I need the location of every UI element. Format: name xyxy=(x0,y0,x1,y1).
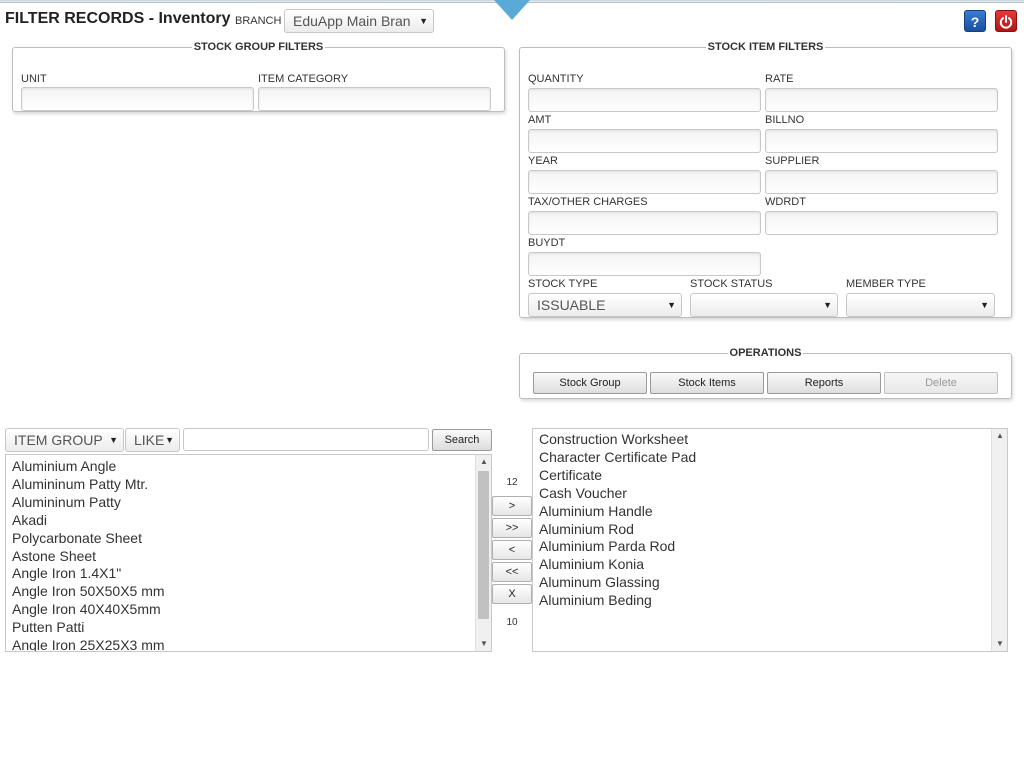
tax-input[interactable] xyxy=(528,211,761,235)
menu-toggle-notch[interactable] xyxy=(494,0,530,20)
list-item[interactable]: Aluminium Konia xyxy=(533,556,1007,574)
stock-group-filters-panel: STOCK GROUP FILTERS UNIT ITEM CATEGORY xyxy=(12,41,505,112)
list-item[interactable]: Astone Sheet xyxy=(6,548,491,566)
year-label: YEAR xyxy=(528,155,558,167)
quantity-label: QUANTITY xyxy=(528,73,584,85)
operations-panel: OPERATIONS Stock Group Stock Items Repor… xyxy=(519,347,1012,399)
wdrdt-input[interactable] xyxy=(765,211,998,235)
scroll-down-icon[interactable]: ▼ xyxy=(992,637,1007,651)
selected-items: Construction Worksheet Character Certific… xyxy=(533,431,1007,610)
help-icon: ? xyxy=(970,14,980,30)
list-item[interactable]: Angle Iron 1.4X1" xyxy=(6,565,491,583)
selected-items-list[interactable]: Construction Worksheet Character Certific… xyxy=(532,428,1008,652)
stock-group-button[interactable]: Stock Group xyxy=(533,372,647,394)
stock-type-value: ISSUABLE xyxy=(537,297,606,313)
chevron-down-icon: ▼ xyxy=(165,435,174,445)
list-item[interactable]: Aluminium Angle xyxy=(6,458,491,476)
available-items: Aluminium Angle Alumininum Patty Mtr. Alum… xyxy=(6,458,491,651)
stock-status-label: STOCK STATUS xyxy=(690,278,773,290)
available-items-list[interactable]: Aluminium Angle Alumininum Patty Mtr. Alum… xyxy=(5,454,492,652)
list-item[interactable]: Alumininum Patty Mtr. xyxy=(6,476,491,494)
item-category-label: ITEM CATEGORY xyxy=(258,73,349,85)
buydt-label: BUYDT xyxy=(528,237,566,249)
search-operator-select[interactable]: LIKE ▼ xyxy=(125,428,180,452)
stock-item-filters-legend: STOCK ITEM FILTERS xyxy=(707,41,824,53)
available-items-scrollbar[interactable]: ▲ ▼ xyxy=(475,455,491,651)
move-all-left-button[interactable]: << xyxy=(492,562,532,582)
list-item[interactable]: Cash Voucher xyxy=(533,485,1007,503)
supplier-input[interactable] xyxy=(765,170,998,194)
stock-item-filters-panel: STOCK ITEM FILTERS QUANTITY RATE AMT BIL… xyxy=(519,41,1012,318)
amt-label: AMT xyxy=(528,114,552,126)
selected-items-scrollbar[interactable]: ▲ ▼ xyxy=(991,429,1007,651)
logout-button[interactable] xyxy=(995,10,1017,32)
supplier-label: SUPPLIER xyxy=(765,155,820,167)
chevron-down-icon: ▼ xyxy=(980,300,989,310)
page-title: FILTER RECORDS - Inventory xyxy=(5,10,231,27)
billno-label: BILLNO xyxy=(765,114,805,126)
search-button[interactable]: Search xyxy=(432,429,492,451)
list-item[interactable]: Akadi xyxy=(6,512,491,530)
tax-label: TAX/OTHER CHARGES xyxy=(528,196,648,208)
list-item[interactable]: Aluminum Glassing xyxy=(533,574,1007,592)
stock-status-select[interactable]: ▼ xyxy=(690,293,838,317)
unit-input[interactable] xyxy=(21,87,254,111)
available-count: 12 xyxy=(506,477,518,488)
operations-legend: OPERATIONS xyxy=(729,347,802,359)
amt-input[interactable] xyxy=(528,129,761,153)
chevron-down-icon: ▼ xyxy=(419,16,428,26)
rate-label: RATE xyxy=(765,73,794,85)
selected-count: 10 xyxy=(506,617,518,628)
item-category-input[interactable] xyxy=(258,87,491,111)
list-item[interactable]: Character Certificate Pad xyxy=(533,449,1007,467)
rate-input[interactable] xyxy=(765,88,998,112)
list-item[interactable]: Angle Iron 50X50X5 mm xyxy=(6,583,491,601)
branch-select-value: EduApp Main Bran xyxy=(293,13,411,29)
branch-label: BRANCH xyxy=(235,15,282,27)
scroll-thumb[interactable] xyxy=(478,471,489,619)
list-item[interactable]: Putten Patti xyxy=(6,619,491,637)
search-field-select[interactable]: ITEM GROUP ▼ xyxy=(5,428,124,452)
list-item[interactable]: Certificate xyxy=(533,467,1007,485)
move-all-right-button[interactable]: >> xyxy=(492,518,532,538)
delete-button[interactable]: Delete xyxy=(884,372,998,394)
help-button[interactable]: ? xyxy=(964,10,986,32)
chevron-down-icon: ▼ xyxy=(109,435,118,445)
clear-button[interactable]: X xyxy=(492,584,532,604)
list-item[interactable]: Aluminium Parda Rod xyxy=(533,538,1007,556)
wdrdt-label: WDRDT xyxy=(765,196,806,208)
power-icon xyxy=(999,15,1013,29)
stock-group-filters-legend: STOCK GROUP FILTERS xyxy=(193,41,324,53)
move-left-button[interactable]: < xyxy=(492,540,532,560)
branch-select[interactable]: EduApp Main Bran ▼ xyxy=(284,9,434,33)
list-item[interactable]: Aluminium Beding xyxy=(533,592,1007,610)
quantity-input[interactable] xyxy=(528,88,761,112)
search-operator-value: LIKE xyxy=(134,432,165,448)
chevron-down-icon: ▼ xyxy=(667,300,676,310)
chevron-down-icon: ▼ xyxy=(823,300,832,310)
reports-button[interactable]: Reports xyxy=(767,372,881,394)
stock-type-select[interactable]: ISSUABLE ▼ xyxy=(528,293,682,317)
search-field-value: ITEM GROUP xyxy=(14,432,103,448)
unit-label: UNIT xyxy=(21,73,47,85)
move-right-button[interactable]: > xyxy=(492,496,532,516)
list-item[interactable]: Angle Iron 25X25X3 mm xyxy=(6,637,491,651)
scroll-down-icon[interactable]: ▼ xyxy=(476,637,491,651)
list-item[interactable]: Construction Worksheet xyxy=(533,431,1007,449)
stock-type-label: STOCK TYPE xyxy=(528,278,598,290)
list-item[interactable]: Aluminium Handle xyxy=(533,503,1007,521)
scroll-up-icon[interactable]: ▲ xyxy=(992,429,1007,443)
stock-items-button[interactable]: Stock Items xyxy=(650,372,764,394)
list-item[interactable]: Polycarbonate Sheet xyxy=(6,530,491,548)
billno-input[interactable] xyxy=(765,129,998,153)
list-item[interactable]: Angle Iron 40X40X5mm xyxy=(6,601,491,619)
member-type-select[interactable]: ▼ xyxy=(846,293,995,317)
buydt-input[interactable] xyxy=(528,252,761,276)
search-input[interactable] xyxy=(183,428,429,451)
year-input[interactable] xyxy=(528,170,761,194)
list-item[interactable]: Alumininum Patty xyxy=(6,494,491,512)
member-type-label: MEMBER TYPE xyxy=(846,278,926,290)
list-item[interactable]: Aluminium Rod xyxy=(533,521,1007,539)
scroll-up-icon[interactable]: ▲ xyxy=(476,455,491,469)
